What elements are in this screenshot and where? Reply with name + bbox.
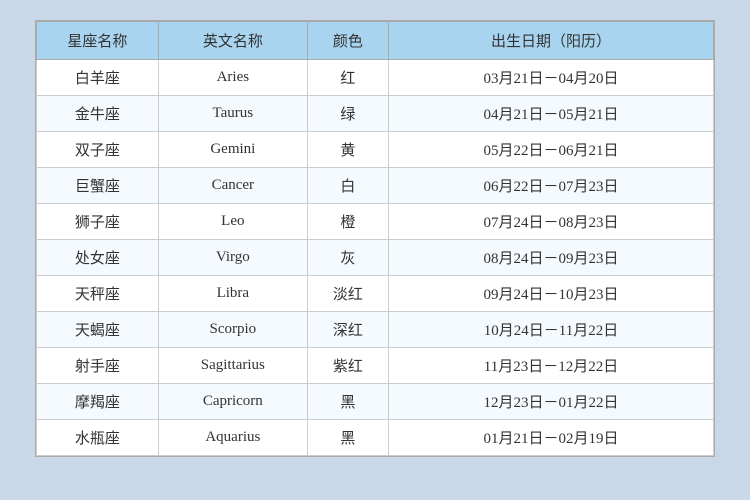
- cell-date: 07月24日－08月23日: [389, 204, 714, 240]
- cell-english: Aquarius: [158, 420, 307, 456]
- cell-chinese: 天蝎座: [37, 312, 159, 348]
- cell-color: 灰: [307, 240, 388, 276]
- cell-color: 紫红: [307, 348, 388, 384]
- table-row: 处女座Virgo灰08月24日－09月23日: [37, 240, 714, 276]
- table-header-row: 星座名称 英文名称 颜色 出生日期（阳历）: [37, 22, 714, 60]
- cell-color: 橙: [307, 204, 388, 240]
- cell-date: 11月23日－12月22日: [389, 348, 714, 384]
- cell-english: Capricorn: [158, 384, 307, 420]
- table-row: 白羊座Aries红03月21日－04月20日: [37, 60, 714, 96]
- cell-color: 淡红: [307, 276, 388, 312]
- cell-english: Taurus: [158, 96, 307, 132]
- table-row: 水瓶座Aquarius黑01月21日－02月19日: [37, 420, 714, 456]
- cell-chinese: 狮子座: [37, 204, 159, 240]
- cell-chinese: 射手座: [37, 348, 159, 384]
- cell-chinese: 处女座: [37, 240, 159, 276]
- cell-english: Cancer: [158, 168, 307, 204]
- cell-chinese: 水瓶座: [37, 420, 159, 456]
- table-body: 白羊座Aries红03月21日－04月20日金牛座Taurus绿04月21日－0…: [37, 60, 714, 456]
- cell-chinese: 双子座: [37, 132, 159, 168]
- cell-color: 绿: [307, 96, 388, 132]
- cell-english: Gemini: [158, 132, 307, 168]
- cell-color: 黑: [307, 384, 388, 420]
- cell-chinese: 巨蟹座: [37, 168, 159, 204]
- table-row: 双子座Gemini黄05月22日－06月21日: [37, 132, 714, 168]
- table-row: 射手座Sagittarius紫红11月23日－12月22日: [37, 348, 714, 384]
- cell-chinese: 白羊座: [37, 60, 159, 96]
- table-row: 摩羯座Capricorn黑12月23日－01月22日: [37, 384, 714, 420]
- cell-color: 黄: [307, 132, 388, 168]
- cell-date: 05月22日－06月21日: [389, 132, 714, 168]
- zodiac-table: 星座名称 英文名称 颜色 出生日期（阳历） 白羊座Aries红03月21日－04…: [36, 21, 714, 456]
- cell-date: 03月21日－04月20日: [389, 60, 714, 96]
- cell-color: 红: [307, 60, 388, 96]
- cell-english: Scorpio: [158, 312, 307, 348]
- cell-chinese: 金牛座: [37, 96, 159, 132]
- cell-date: 01月21日－02月19日: [389, 420, 714, 456]
- cell-english: Leo: [158, 204, 307, 240]
- cell-color: 深红: [307, 312, 388, 348]
- cell-english: Libra: [158, 276, 307, 312]
- table-row: 金牛座Taurus绿04月21日－05月21日: [37, 96, 714, 132]
- cell-date: 04月21日－05月21日: [389, 96, 714, 132]
- table-row: 巨蟹座Cancer白06月22日－07月23日: [37, 168, 714, 204]
- table-row: 狮子座Leo橙07月24日－08月23日: [37, 204, 714, 240]
- cell-chinese: 天秤座: [37, 276, 159, 312]
- zodiac-table-container: 星座名称 英文名称 颜色 出生日期（阳历） 白羊座Aries红03月21日－04…: [35, 20, 715, 457]
- table-row: 天蝎座Scorpio深红10月24日－11月22日: [37, 312, 714, 348]
- cell-date: 10月24日－11月22日: [389, 312, 714, 348]
- cell-color: 黑: [307, 420, 388, 456]
- header-chinese: 星座名称: [37, 22, 159, 60]
- cell-date: 06月22日－07月23日: [389, 168, 714, 204]
- header-date: 出生日期（阳历）: [389, 22, 714, 60]
- table-row: 天秤座Libra淡红09月24日－10月23日: [37, 276, 714, 312]
- cell-color: 白: [307, 168, 388, 204]
- cell-date: 12月23日－01月22日: [389, 384, 714, 420]
- cell-date: 09月24日－10月23日: [389, 276, 714, 312]
- header-english: 英文名称: [158, 22, 307, 60]
- cell-chinese: 摩羯座: [37, 384, 159, 420]
- cell-english: Aries: [158, 60, 307, 96]
- header-color: 颜色: [307, 22, 388, 60]
- cell-date: 08月24日－09月23日: [389, 240, 714, 276]
- cell-english: Sagittarius: [158, 348, 307, 384]
- cell-english: Virgo: [158, 240, 307, 276]
